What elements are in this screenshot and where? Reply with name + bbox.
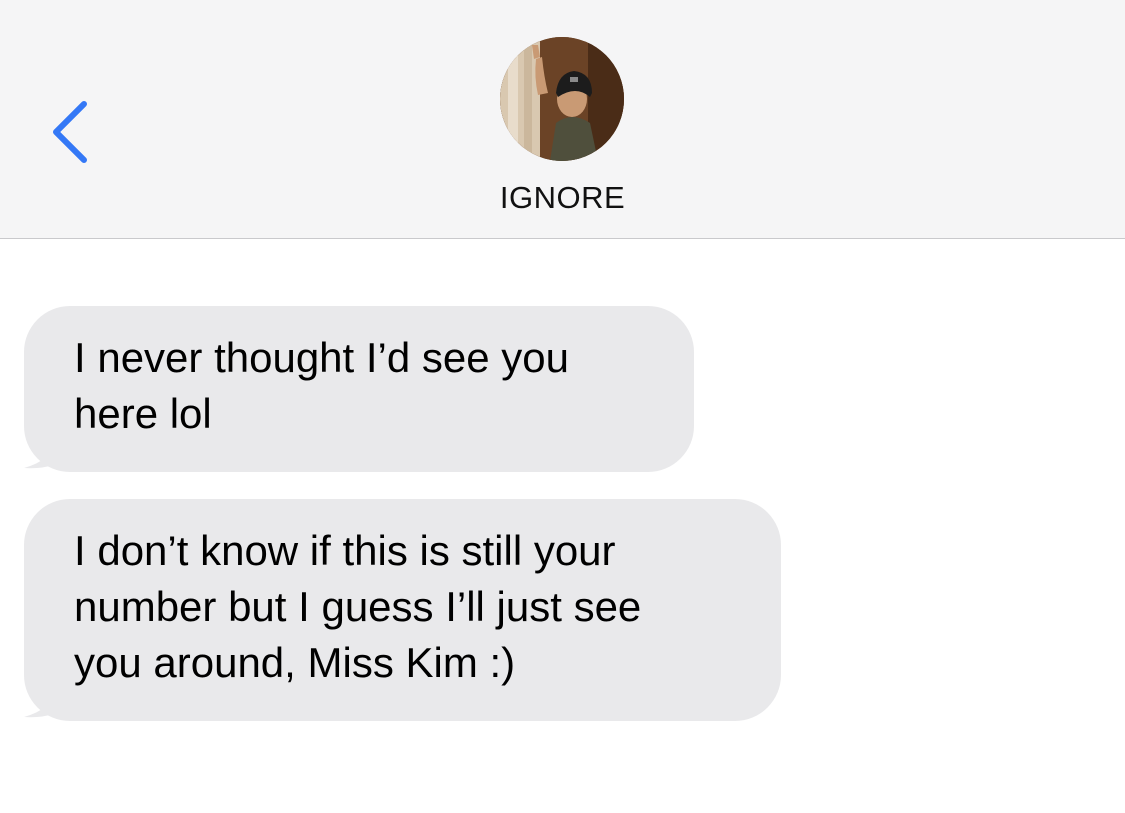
message-thread: I never thought I’d see you here lol I d…	[0, 239, 1125, 813]
back-button[interactable]	[40, 90, 100, 170]
contact-avatar[interactable]	[500, 37, 624, 161]
messages-conversation-screen: IGNORE I never thought I’d see you here …	[0, 0, 1125, 813]
conversation-header: IGNORE	[0, 0, 1125, 239]
message-line: I don’t know if this is still your	[74, 527, 616, 574]
incoming-message-bubble[interactable]: I never thought I’d see you here lol	[24, 306, 694, 472]
chevron-left-icon	[53, 101, 87, 163]
message-item: I don’t know if this is still your numbe…	[24, 499, 781, 721]
message-line: here lol	[74, 390, 212, 437]
message-line: you around, Miss Kim :)	[74, 639, 516, 686]
avatar-photo	[500, 37, 624, 161]
contact-name[interactable]: IGNORE	[0, 180, 1125, 216]
message-line: number but I guess I’ll just see	[74, 583, 642, 630]
message-line: I never thought I’d see you	[74, 334, 569, 381]
message-item: I never thought I’d see you here lol	[24, 306, 694, 472]
incoming-message-bubble[interactable]: I don’t know if this is still your numbe…	[24, 499, 781, 721]
